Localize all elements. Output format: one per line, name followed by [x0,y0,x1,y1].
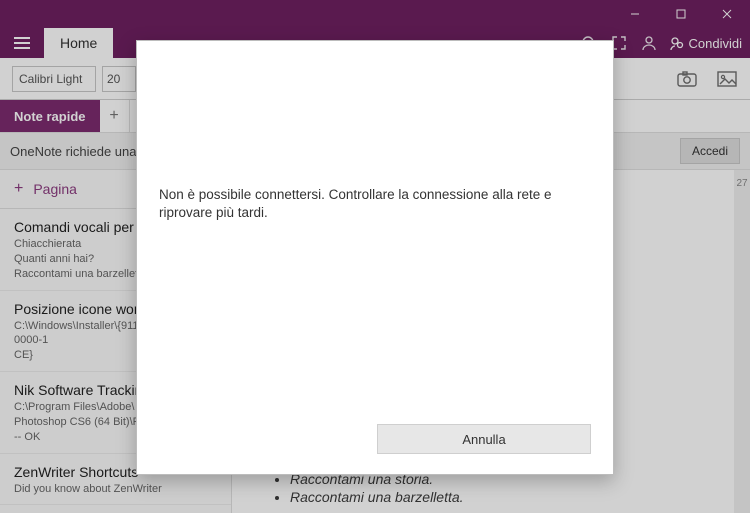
cancel-button[interactable]: Annulla [377,424,591,454]
error-message: Non è possibile connettersi. Controllare… [159,186,591,222]
modal-overlay: Non è possibile connettersi. Controllare… [0,0,750,513]
error-dialog: Non è possibile connettersi. Controllare… [136,40,614,475]
